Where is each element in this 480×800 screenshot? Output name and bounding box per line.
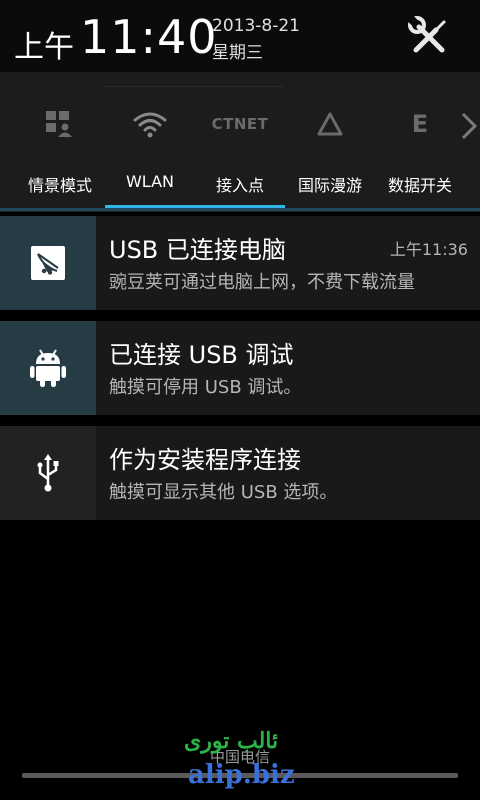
weekday-label: 星期三	[212, 43, 263, 63]
toggle-mobile-data-label: 数据开关	[387, 176, 452, 195]
notification-title: USB 已连接电脑	[109, 236, 286, 264]
notification-subtitle: 触摸可停用 USB 调试。	[109, 377, 302, 398]
ctnet-icon: CTNET	[211, 115, 269, 133]
notification-install-connection[interactable]: 作为安装程序连接 触摸可显示其他 USB 选项。	[0, 426, 480, 520]
settings-button[interactable]	[406, 14, 452, 60]
toggle-mobile-data[interactable]: E 数据开关	[375, 72, 465, 210]
chevron-right-icon[interactable]	[456, 108, 480, 144]
toggle-access-point-label: 接入点	[215, 176, 264, 195]
android-icon	[30, 349, 66, 387]
wifi-icon	[105, 106, 195, 142]
notification-subtitle: 豌豆荚可通过电脑上网，不费下载流量	[109, 272, 415, 293]
status-header: 上午 11:40 2013-8-21 星期三	[0, 0, 480, 72]
toggle-roaming-label: 国际漫游	[297, 176, 362, 195]
toggle-wlan-label: WLAN	[125, 172, 174, 191]
notification-usb-debugging[interactable]: 已连接 USB 调试 触摸可停用 USB 调试。	[0, 321, 480, 415]
tools-icon	[406, 14, 446, 53]
triangle-roaming-icon	[285, 106, 375, 142]
watermark-site: alip.biz	[188, 760, 295, 790]
wandoujia-icon	[31, 246, 65, 280]
notification-subtitle: 触摸可显示其他 USB 选项。	[109, 482, 338, 503]
toggle-roaming[interactable]: 国际漫游	[285, 72, 375, 210]
time-prefix: 上午	[14, 30, 74, 65]
toggle-profile-mode[interactable]: 情景模式	[15, 72, 105, 210]
date-label: 2013-8-21	[212, 16, 300, 36]
notification-usb-connected[interactable]: USB 已连接电脑 豌豆荚可通过电脑上网，不费下载流量 上午11:36	[0, 216, 480, 310]
toggle-access-point[interactable]: CTNET 接入点	[195, 72, 285, 210]
toggle-profile-mode-label: 情景模式	[27, 176, 92, 195]
watermark: ئالب تورى alip.biz	[184, 728, 304, 794]
notification-title: 已连接 USB 调试	[109, 341, 294, 369]
notification-time: 上午11:36	[389, 240, 468, 259]
profile-mode-icon	[15, 106, 105, 142]
panel-divider	[0, 208, 480, 211]
data-e-icon: E	[411, 110, 429, 138]
usb-icon	[37, 454, 59, 492]
notification-title: 作为安装程序连接	[109, 446, 301, 474]
clock-time: 11:40	[80, 10, 218, 64]
toggle-wlan[interactable]: WLAN	[105, 72, 285, 210]
watermark-arabic: ئالب تورى	[184, 728, 279, 754]
